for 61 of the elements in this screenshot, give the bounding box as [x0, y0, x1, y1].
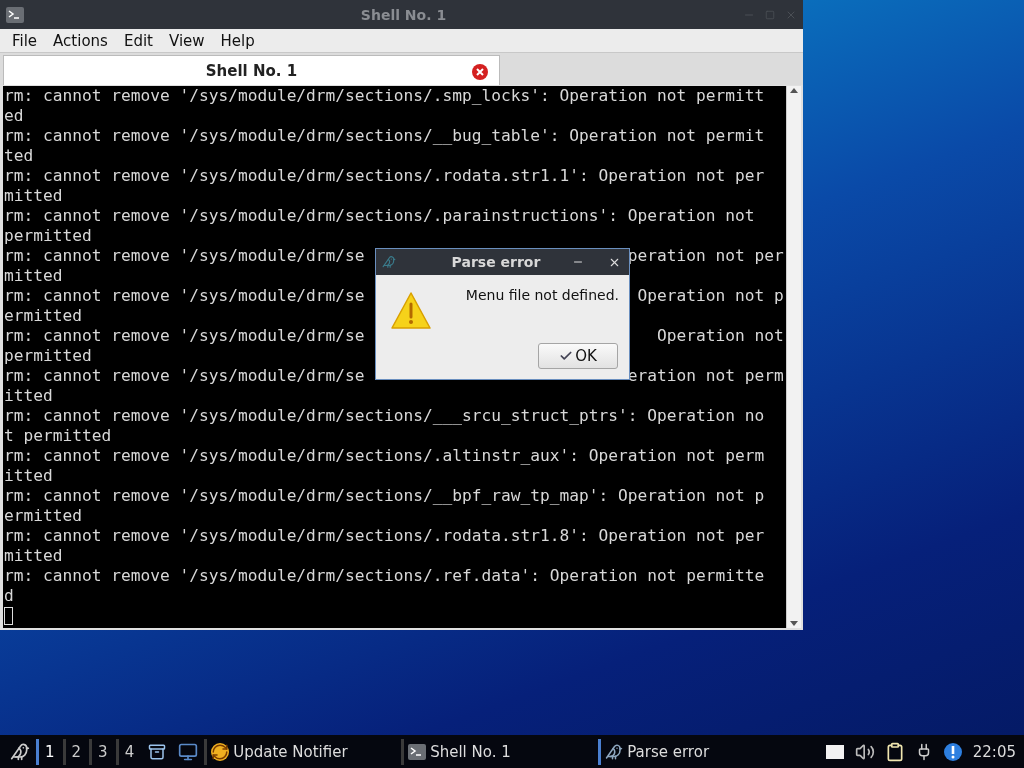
- scrollbar[interactable]: [786, 86, 801, 628]
- ok-button[interactable]: OK: [538, 343, 618, 369]
- window-title: Shell No. 1: [359, 6, 448, 23]
- terminal-line: eration not perm: [627, 366, 784, 386]
- info-icon[interactable]: [942, 741, 963, 762]
- terminal-line: rm: cannot remove '/sys/module/drm/se: [4, 326, 365, 346]
- terminal-line: rm: cannot remove '/sys/module/drm/se: [4, 246, 365, 266]
- terminal-line: rm: cannot remove '/sys/module/drm/sections/__bpf_raw_tp_map': Operation not p: [4, 486, 765, 506]
- terminal-icon: [6, 6, 24, 23]
- cursor: [4, 607, 13, 625]
- terminal-line: rm: cannot remove '/sys/module/drm/sections/__bug_table': Operation not permit: [4, 126, 765, 146]
- dialog-message: Menu file not defined.: [464, 287, 619, 305]
- workspace-button[interactable]: 2: [62, 738, 90, 765]
- terminal-line: t permitted: [4, 426, 112, 446]
- terminal-line: ermitted: [4, 306, 82, 326]
- close-icon[interactable]: [471, 63, 489, 81]
- tab[interactable]: Shell No. 1: [3, 55, 500, 85]
- check-icon: [559, 349, 574, 363]
- terminal-line: rm: cannot remove '/sys/module/drm/sections/___srcu_struct_ptrs': Operation no: [4, 406, 765, 426]
- bird-icon: [382, 255, 396, 269]
- workspace-button[interactable]: 3: [89, 738, 116, 765]
- terminal-line: mitted: [4, 186, 63, 206]
- terminal-line: ermitted: [4, 506, 82, 526]
- terminal-line: rm: cannot remove '/sys/module/drm/se: [4, 286, 365, 306]
- volume-icon[interactable]: [854, 741, 875, 762]
- terminal-line: rm: cannot remove '/sys/module/drm/se: [4, 366, 365, 386]
- menu-item[interactable]: Help: [212, 31, 263, 50]
- warning-icon: [390, 291, 432, 331]
- dialog-title: Parse error: [450, 254, 542, 270]
- terminal-icon: [408, 743, 427, 760]
- terminal-line: permitted: [4, 346, 92, 366]
- refresh-icon: [211, 742, 230, 761]
- terminal-line: Operation not: [656, 326, 784, 346]
- terminal-line: permitted: [4, 226, 92, 246]
- menu-item[interactable]: File: [4, 31, 46, 50]
- menu-item[interactable]: View: [160, 31, 213, 50]
- workspace-button[interactable]: 1: [36, 738, 63, 765]
- terminal-line: rm: cannot remove '/sys/module/drm/sections/.altinstr_aux': Operation not perm: [4, 446, 765, 466]
- menu-item[interactable]: Edit: [115, 31, 161, 50]
- clock: 22:05: [972, 742, 1017, 761]
- drive-icon[interactable]: [824, 743, 845, 760]
- terminal-line: ted: [4, 146, 34, 166]
- bird-icon: [605, 742, 624, 761]
- task-button[interactable]: Update Notifier: [204, 738, 402, 765]
- terminal-line: d: [4, 586, 14, 606]
- terminal-line: ed: [4, 106, 24, 126]
- terminal-line: mitted: [4, 266, 63, 286]
- menu-item[interactable]: Actions: [45, 31, 116, 50]
- terminal-line: rm: cannot remove '/sys/module/drm/sections/.rodata.str1.1': Operation not per: [4, 166, 765, 186]
- terminal-line: mitted: [4, 546, 63, 566]
- scroll-down-icon[interactable]: [789, 620, 799, 628]
- terminal-line: Operation not p: [637, 286, 784, 306]
- terminal-line: rm: cannot remove '/sys/module/drm/sections/.ref.data': Operation not permitte: [4, 566, 765, 586]
- task-button[interactable]: Shell No. 1: [401, 738, 599, 765]
- terminal-line: rm: cannot remove '/sys/module/drm/sections/.smp_locks': Operation not permitt: [4, 86, 765, 106]
- terminal-line: rm: cannot remove '/sys/module/drm/sections/.rodata.str1.8': Operation not per: [4, 526, 765, 546]
- task-button[interactable]: Parse error: [598, 738, 796, 765]
- workspace-button[interactable]: 4: [115, 738, 143, 765]
- terminal-line: itted: [4, 386, 53, 406]
- terminal-line: rm: cannot remove '/sys/module/drm/sections/.parainstructions': Operation not: [4, 206, 755, 226]
- terminal-line: itted: [4, 466, 53, 486]
